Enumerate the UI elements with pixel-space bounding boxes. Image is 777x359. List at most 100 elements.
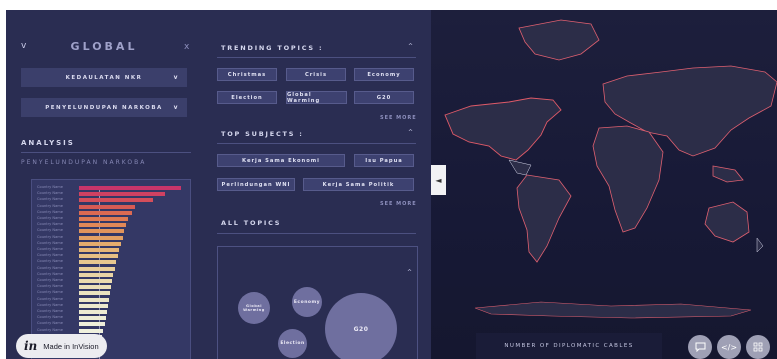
divider	[21, 152, 191, 153]
bar-label: Country Name	[37, 234, 64, 239]
bar[interactable]	[79, 248, 119, 252]
diplomatic-cables-label: NUMBER OF DIPLOMATIC CABLES	[476, 333, 662, 359]
bar-label: Country Name	[37, 259, 64, 264]
bar-label: Country Name	[37, 228, 64, 233]
dropdown-kedaulatan[interactable]: KEDAULATAN NKR v	[21, 68, 187, 87]
bar-label: Country Name	[37, 296, 64, 301]
north-america	[444, 97, 562, 161]
topics-bubble-chart: ^ Global Warming Economy Election G20	[217, 246, 418, 359]
chevron-up-icon[interactable]: ^	[408, 129, 413, 136]
comment-icon[interactable]	[688, 335, 712, 359]
topic-chip-crisis[interactable]: Crisis	[286, 68, 346, 81]
topic-chip-election[interactable]: Election	[217, 91, 277, 104]
bar[interactable]	[79, 260, 116, 265]
bubble-economy[interactable]: Economy	[292, 287, 322, 317]
topic-chip-g20[interactable]: G20	[354, 91, 414, 104]
bar[interactable]	[79, 229, 124, 234]
subject-chip-kerja-sama-ekonomi[interactable]: Kerja Sama Ekonomi	[217, 154, 345, 167]
indonesia	[712, 165, 744, 183]
bar[interactable]	[79, 186, 181, 190]
bar[interactable]	[79, 198, 154, 203]
bubble-election[interactable]: Election	[278, 329, 307, 358]
bar-label: Country Name	[37, 185, 64, 189]
top-subjects-heading: TOP SUBJECTS :	[221, 130, 304, 138]
dropdown-label: PENYELUNDUPAN NARKOBA	[45, 104, 163, 111]
world-map[interactable]	[431, 10, 777, 359]
bar-label: Country Name	[37, 240, 64, 245]
bar-label: Country Name	[37, 271, 64, 276]
topic-chip-global-warming[interactable]: Global Warming	[286, 91, 347, 104]
bar[interactable]	[79, 192, 165, 197]
app-frame: v GLOBAL x KEDAULATAN NKR v PENYELUNDUPA…	[0, 0, 777, 359]
bubble-global-warming[interactable]: Global Warming	[238, 292, 270, 324]
africa	[592, 125, 664, 233]
bar[interactable]	[79, 254, 118, 259]
bar-label: Country Name	[37, 209, 64, 214]
bar-label: Country Name	[37, 278, 64, 282]
grid-icon[interactable]	[746, 335, 770, 359]
close-icon[interactable]: x	[184, 42, 189, 52]
bar-label: Country Name	[37, 265, 64, 270]
bar[interactable]	[79, 204, 136, 209]
chevron-up-icon[interactable]: ^	[408, 43, 413, 50]
subject-chip-perlindungan-wni[interactable]: Perlindungan WNI	[217, 178, 295, 191]
bar-label: Country Name	[37, 247, 64, 251]
bar[interactable]	[79, 279, 112, 283]
panel-title: GLOBAL	[70, 40, 138, 53]
code-icon[interactable]: </>	[717, 335, 741, 359]
bar[interactable]	[79, 297, 109, 302]
chevron-up-icon[interactable]: ^	[407, 269, 412, 276]
world-map-graphic	[444, 19, 777, 319]
bubble-g20[interactable]: G20	[325, 293, 397, 359]
see-more-link[interactable]: SEE MORE	[380, 201, 417, 207]
bar-label: Country Name	[37, 321, 64, 326]
bar-label: Country Name	[37, 197, 64, 202]
bar-label: Country Name	[37, 315, 64, 320]
bar[interactable]	[79, 235, 123, 240]
map-toggle-arrow-icon[interactable]: ◄	[431, 165, 446, 195]
bar-label: Country Name	[37, 216, 64, 220]
analysis-heading: ANALYSIS	[21, 139, 75, 147]
topic-chip-economy[interactable]: Economy	[354, 68, 414, 81]
chevron-down-icon: v	[173, 104, 179, 111]
bar[interactable]	[79, 210, 133, 215]
bar-label: Country Name	[37, 253, 64, 258]
dropdown-penyelundupan[interactable]: PENYELUNDUPAN NARKOBA v	[21, 98, 187, 117]
bar[interactable]	[79, 223, 126, 228]
divider	[217, 233, 416, 234]
bar-label: Country Name	[37, 191, 64, 196]
analysis-subtitle: PENYELUNDUPAN NARKOBA	[21, 159, 147, 166]
bar-label: Country Name	[37, 327, 64, 332]
left-panel: v GLOBAL x KEDAULATAN NKR v PENYELUNDUPA…	[6, 10, 431, 359]
bar[interactable]	[79, 266, 115, 271]
made-in-invision-badge[interactable]: in Made in InVision	[16, 334, 107, 358]
australia	[704, 201, 750, 243]
bar[interactable]	[79, 316, 106, 321]
bar[interactable]	[79, 303, 108, 308]
country-bar-chart: Country Name Country Name Country Name Coun…	[31, 179, 191, 359]
bar[interactable]	[79, 328, 104, 333]
new-zealand	[756, 237, 764, 253]
bar[interactable]	[79, 285, 111, 290]
bar-label: Country Name	[37, 203, 64, 208]
divider	[217, 143, 416, 144]
bar[interactable]	[79, 310, 107, 314]
bar[interactable]	[79, 217, 128, 221]
bar-label: Country Name	[37, 309, 64, 313]
dropdown-label: KEDAULATAN NKR	[65, 74, 143, 81]
topic-chip-christmas[interactable]: Christmas	[217, 68, 277, 81]
antarctica	[474, 301, 752, 319]
bar[interactable]	[79, 272, 113, 277]
south-america	[516, 174, 572, 263]
bar[interactable]	[79, 291, 110, 296]
bar[interactable]	[79, 241, 121, 246]
bar-label: Country Name	[37, 302, 64, 307]
central-america	[508, 159, 532, 176]
bar[interactable]	[79, 322, 105, 327]
see-more-link[interactable]: SEE MORE	[380, 115, 417, 121]
topics-column: TRENDING TOPICS : ^ Christmas Crisis Eco…	[208, 10, 431, 359]
subject-chip-kerja-sama-politik[interactable]: Kerja Sama Politik	[303, 178, 414, 191]
trending-topics-heading: TRENDING TOPICS :	[221, 44, 324, 52]
subject-chip-isu-papua[interactable]: Isu Papua	[354, 154, 414, 167]
chevron-down-icon: v	[173, 74, 179, 81]
